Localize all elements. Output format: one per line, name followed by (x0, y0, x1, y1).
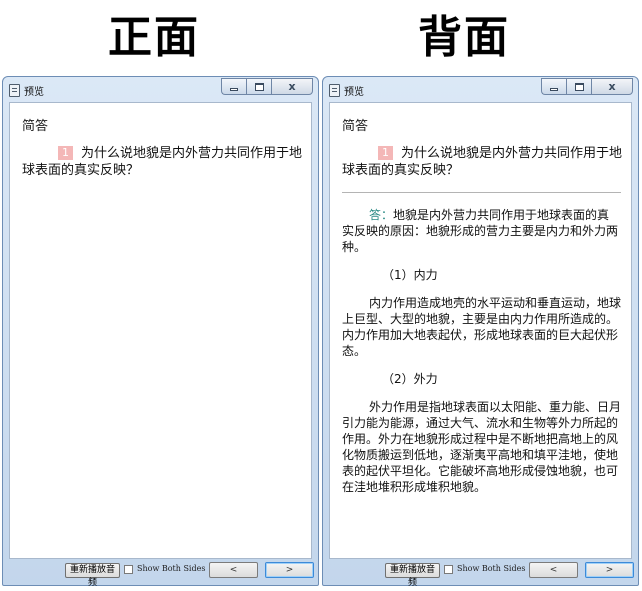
replay-audio-button[interactable]: 重新播放音频 (385, 563, 440, 588)
title-bar[interactable]: 预览 x (3, 77, 318, 101)
maximize-icon (255, 83, 264, 91)
answer-block: 答：地貌是内外营力共同作用于地球表面的真实反映的原因：地貌形成的营力主要是内力和… (342, 207, 621, 507)
answer-intro-paragraph: 答：地貌是内外营力共同作用于地球表面的真实反映的原因：地貌形成的营力主要是内力和… (342, 207, 621, 255)
minimize-icon (230, 88, 238, 91)
maximize-button[interactable] (566, 78, 591, 95)
question-text-block: 1 为什么说地貌是内外营力共同作用于地球表面的真实反映？ (342, 145, 623, 179)
close-button[interactable]: x (591, 78, 633, 95)
show-both-sides-checkbox[interactable] (124, 565, 133, 574)
maximize-icon (575, 83, 584, 91)
front-side-heading: 正面 (108, 12, 200, 63)
window-title: 预览 (344, 87, 364, 98)
window-controls: x (541, 78, 633, 96)
show-both-sides-label: Show Both Sides (137, 564, 206, 573)
card-type-label: 简答 (342, 119, 369, 134)
question-number-badge: 1 (58, 146, 73, 160)
external-force-text: 外力作用是指地球表面以太阳能、重力能、日月引力能为能源，通过大气、流水和生物等外… (342, 400, 622, 494)
app-icon (9, 84, 20, 97)
maximize-button[interactable] (246, 78, 271, 95)
question-number-badge: 1 (378, 146, 393, 160)
card-content-area: 简答 1 为什么说地貌是内外营力共同作用于地球表面的真实反映？ 答：地貌是内外营力… (329, 102, 632, 559)
show-both-sides-checkbox[interactable] (444, 565, 453, 574)
answer-lead: 答： (369, 208, 394, 222)
card-content-area: 简答 1 为什么说地貌是内外营力共同作用于地球表面的真实反映？ (9, 102, 312, 559)
minimize-button[interactable] (221, 78, 246, 95)
minimize-button[interactable] (541, 78, 566, 95)
next-button[interactable]: > (265, 562, 314, 578)
replay-audio-button[interactable]: 重新播放音频 (65, 563, 120, 588)
title-bar[interactable]: 预览 x (323, 77, 638, 101)
internal-force-heading: （1）内力 (382, 268, 438, 282)
back-side-heading: 背面 (418, 12, 510, 63)
question-text-block: 1 为什么说地貌是内外营力共同作用于地球表面的真实反映？ (22, 145, 303, 179)
next-button[interactable]: > (585, 562, 634, 578)
card-type-label: 简答 (22, 119, 49, 134)
internal-force-text: 内力作用造成地壳的水平运动和垂直运动，地球上巨型、大型的地貌，主要是由内力作用所… (342, 296, 622, 358)
show-both-sides-label: Show Both Sides (457, 564, 526, 573)
close-button[interactable]: x (271, 78, 313, 95)
previous-button[interactable]: < (209, 562, 258, 578)
app-icon (329, 84, 340, 97)
preview-window-back: 预览 x 简答 1 为什么说地貌是内外营力共同作用于地球表面的真实反映？ 答：地貌… (322, 76, 639, 588)
window-controls: x (221, 78, 313, 96)
preview-window-front: 预览 x 简答 1 为什么说地貌是内外营力共同作用于地球表面的真实反映？ 重新播放… (2, 76, 319, 588)
close-icon: x (288, 80, 296, 93)
bottom-toolbar: 重新播放音频 Show Both Sides < > (329, 561, 634, 588)
minimize-icon (550, 88, 558, 91)
bottom-toolbar: 重新播放音频 Show Both Sides < > (9, 561, 314, 588)
external-force-heading: （2）外力 (382, 372, 438, 386)
window-title: 预览 (24, 87, 44, 98)
previous-button[interactable]: < (529, 562, 578, 578)
answer-separator (342, 192, 621, 193)
close-icon: x (608, 80, 616, 93)
